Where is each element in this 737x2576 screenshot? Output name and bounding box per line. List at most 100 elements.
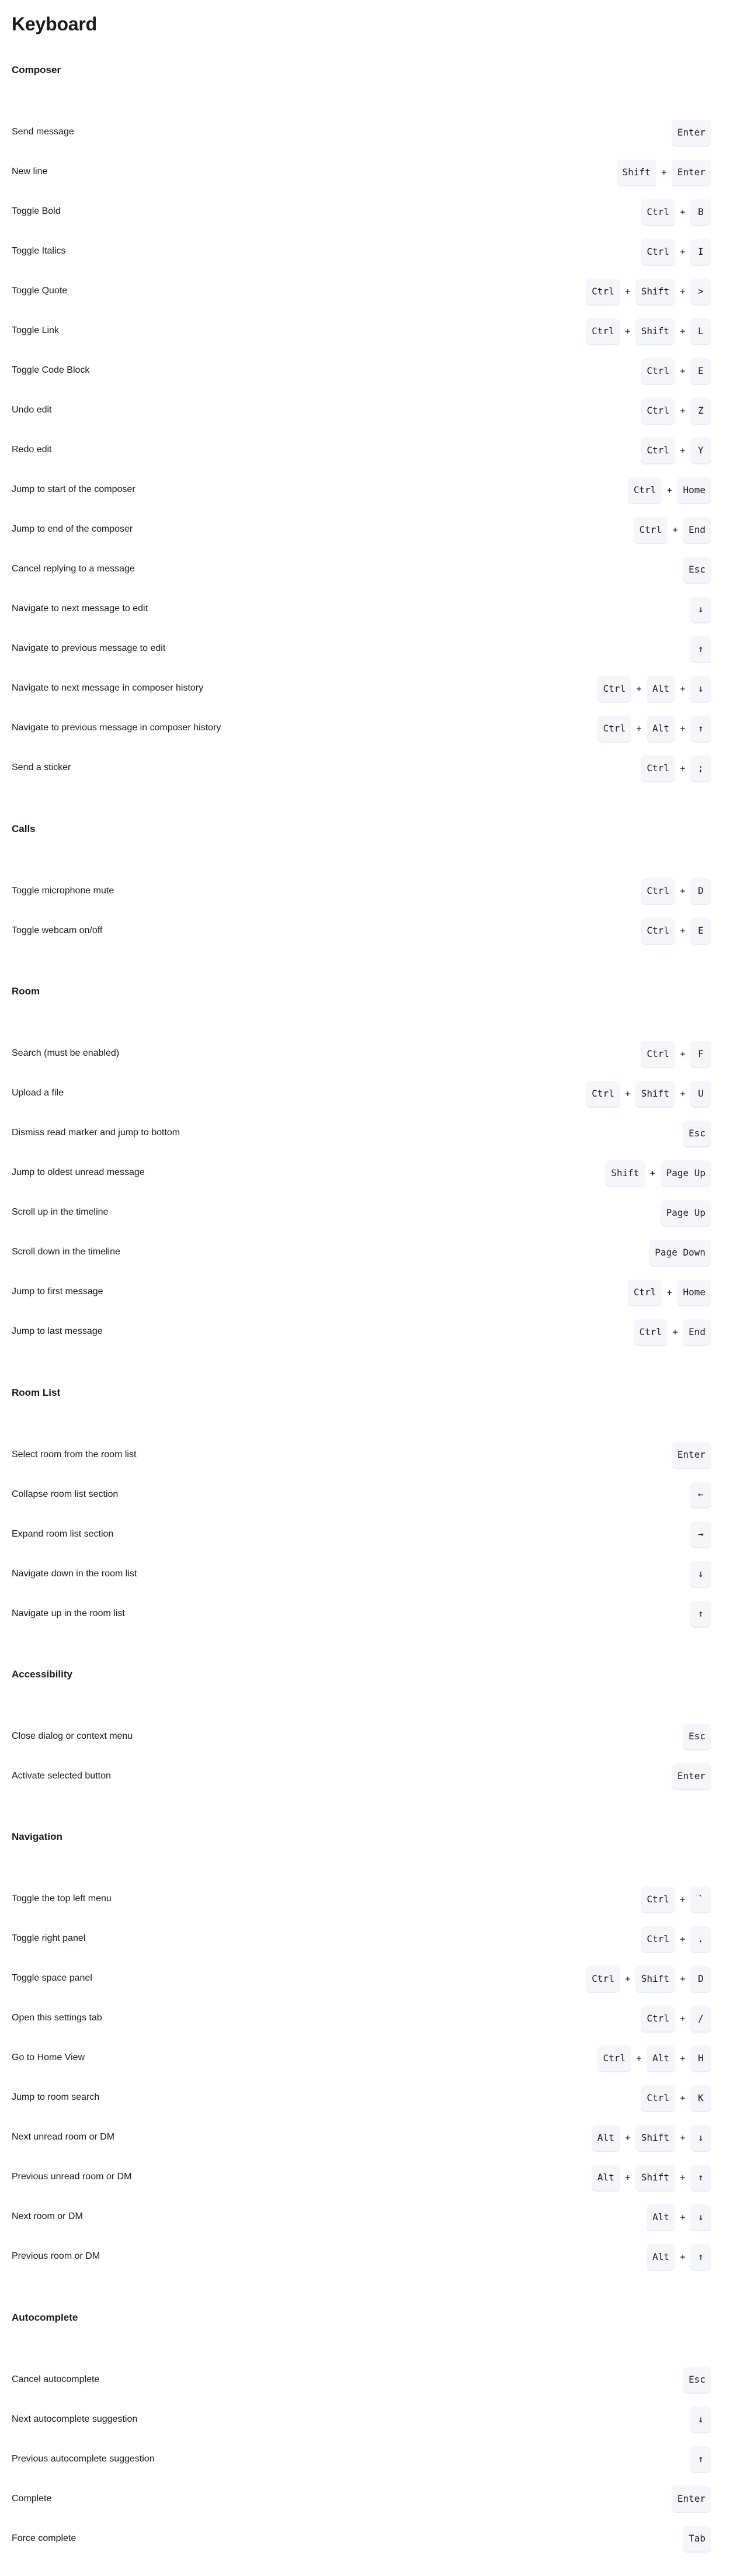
keycap: F: [690, 1041, 711, 1067]
shortcut-label: Upload a file: [12, 1088, 64, 1098]
shortcut-row: Navigate down in the room list ↓: [12, 1554, 711, 1594]
shortcut-row: Jump to oldest unread message Shift + Page …: [12, 1153, 711, 1193]
keycap: Ctrl: [641, 918, 675, 944]
keycap: Enter: [671, 1441, 711, 1468]
shortcut-keys: ←: [690, 1481, 711, 1507]
shortcut-row: Jump to last message Ctrl + End: [12, 1312, 711, 1352]
keycap: Ctrl: [586, 1965, 620, 1992]
keycap: Page Up: [660, 1199, 711, 1226]
keycap: ↑: [690, 1600, 711, 1627]
keycap: ↑: [690, 2164, 711, 2190]
keycap: Ctrl: [641, 2085, 675, 2111]
shortcut-keys: Ctrl + Alt + H: [597, 2045, 711, 2071]
shortcut-row: Previous autocomplete suggestion ↑: [12, 2439, 711, 2479]
key-separator-plus: +: [680, 2132, 686, 2143]
shortcut-keys: ↓: [690, 1561, 711, 1587]
shortcut-keys: ↑: [690, 636, 711, 662]
shortcut-label: Next autocomplete suggestion: [12, 2414, 138, 2424]
shortcut-keys: Esc: [683, 1120, 711, 1146]
keycap: Esc: [683, 1120, 711, 1146]
shortcut-section: Accessibility Close dialog or context men…: [12, 1669, 711, 1796]
shortcut-row: Undo edit Ctrl + Z: [12, 391, 711, 431]
keycap: Shift: [635, 2124, 675, 2151]
shortcut-label: Toggle Link: [12, 325, 59, 336]
shortcut-label: Navigate to previous message in composer…: [12, 723, 221, 733]
key-separator-plus: +: [636, 723, 642, 734]
shortcut-keys: Ctrl + End: [633, 516, 711, 543]
shortcut-sections: Composer Send message Enter New line Shift + E…: [12, 35, 711, 2558]
shortcut-keys: Ctrl + Shift + D: [586, 1965, 711, 1992]
keycap: >: [690, 278, 711, 304]
shortcut-row: Go to Home View Ctrl + Alt + H: [12, 2038, 711, 2078]
shortcut-row: Previous room or DM Alt + ↑: [12, 2237, 711, 2277]
key-separator-plus: +: [680, 2172, 686, 2183]
shortcut-row: Toggle space panel Ctrl + Shift + D: [12, 1959, 711, 1999]
key-separator-plus: +: [680, 723, 686, 734]
key-separator-plus: +: [680, 1894, 686, 1905]
keycap: ←: [690, 1481, 711, 1507]
shortcut-label: Select room from the room list: [12, 1449, 137, 1459]
shortcut-row: Next autocomplete suggestion ↓: [12, 2400, 711, 2439]
shortcut-label: Close dialog or context menu: [12, 1731, 133, 1741]
keycap: Alt: [591, 2164, 620, 2190]
key-separator-plus: +: [625, 325, 631, 337]
shortcut-keys: ↑: [690, 1600, 711, 1627]
keycap: Page Down: [649, 1239, 711, 1266]
shortcut-keys: Ctrl + Alt + ↓: [597, 675, 711, 702]
shortcut-label: Redo edit: [12, 445, 52, 455]
shortcut-keys: Ctrl + D: [641, 878, 711, 904]
shortcut-label: Previous room or DM: [12, 2251, 100, 2262]
keycap: Esc: [683, 1724, 711, 1750]
shortcut-row: Toggle Italics Ctrl + I: [12, 232, 711, 272]
keycap: Y: [690, 437, 711, 463]
shortcut-row: Toggle the top left menu Ctrl + `: [12, 1880, 711, 1919]
keycap: Alt: [646, 2204, 675, 2230]
key-separator-plus: +: [666, 484, 672, 495]
shortcut-row: Upload a file Ctrl + Shift + U: [12, 1074, 711, 1114]
shortcut-label: Toggle space panel: [12, 1973, 92, 1984]
shortcut-row: New line Shift + Enter: [12, 152, 711, 192]
shortcut-row: Navigate to previous message to edit ↑: [12, 629, 711, 669]
shortcut-keys: Enter: [671, 1763, 711, 1790]
keycap: Ctrl: [627, 477, 662, 503]
shortcut-label: Scroll down in the timeline: [12, 1247, 120, 1257]
shortcut-label: Previous unread room or DM: [12, 2172, 132, 2182]
key-separator-plus: +: [636, 683, 642, 694]
shortcut-label: Next room or DM: [12, 2211, 83, 2222]
shortcut-label: Toggle Italics: [12, 246, 66, 256]
shortcut-row: Send message Enter: [12, 113, 711, 152]
shortcut-keys: Tab: [683, 2526, 711, 2552]
shortcut-row: Toggle Link Ctrl + Shift + L: [12, 311, 711, 351]
keycap: Alt: [646, 2045, 675, 2071]
shortcut-label: Toggle the top left menu: [12, 1894, 112, 1904]
key-separator-plus: +: [680, 405, 686, 416]
shortcut-row: Toggle Code Block Ctrl + E: [12, 351, 711, 391]
key-separator-plus: +: [672, 1326, 678, 1337]
shortcut-row: Close dialog or context menu Esc: [12, 1717, 711, 1756]
keycap: Ctrl: [597, 675, 632, 702]
shortcut-label: Navigate to previous message to edit: [12, 643, 166, 654]
shortcut-label: Toggle Bold: [12, 206, 61, 217]
keycap: E: [690, 358, 711, 384]
keycap: Enter: [671, 159, 711, 185]
shortcut-row: Navigate to next message in composer his…: [12, 669, 711, 709]
keycap: Ctrl: [586, 1080, 620, 1107]
shortcut-keys: Enter: [671, 2486, 711, 2512]
key-separator-plus: +: [680, 2251, 686, 2262]
shortcut-keys: Ctrl + Home: [627, 477, 711, 503]
keycap: ↑: [690, 2244, 711, 2270]
key-separator-plus: +: [661, 167, 667, 178]
shortcut-row: Navigate up in the room list ↑: [12, 1594, 711, 1634]
shortcut-row: Collapse room list section ←: [12, 1475, 711, 1514]
shortcut-row: Navigate to previous message in composer…: [12, 709, 711, 748]
keycap: Ctrl: [641, 238, 675, 265]
shortcut-row: Jump to room search Ctrl + K: [12, 2078, 711, 2118]
key-separator-plus: +: [680, 1973, 686, 1984]
key-separator-plus: +: [680, 886, 686, 897]
shortcut-row: Navigate to next message to edit ↓: [12, 590, 711, 629]
shortcut-row: Select room from the room list Enter: [12, 1435, 711, 1475]
shortcut-label: Jump to room search: [12, 2092, 100, 2103]
keycap: Esc: [683, 556, 711, 583]
shortcut-keys: Ctrl + F: [641, 1041, 711, 1067]
